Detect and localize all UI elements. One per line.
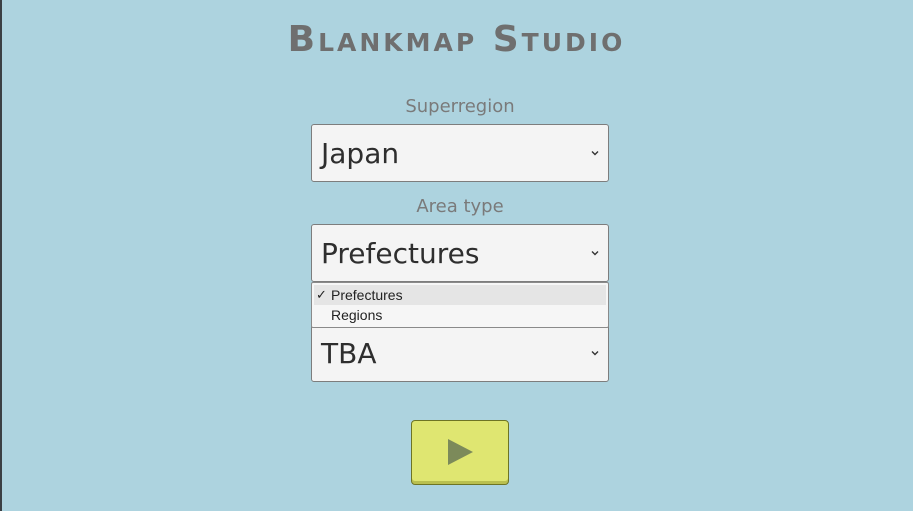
- superregion-dropdown[interactable]: Japan: [311, 124, 609, 182]
- play-icon: [448, 439, 473, 465]
- play-button[interactable]: [411, 420, 509, 485]
- chevron-down-icon: [591, 351, 599, 356]
- option-prefectures[interactable]: ✓ Prefectures: [314, 285, 606, 305]
- option-label: Regions: [331, 307, 383, 323]
- tba-value: TBA: [321, 337, 377, 370]
- window-left-border: [0, 0, 2, 511]
- area-type-dropdown[interactable]: Prefectures: [311, 224, 609, 282]
- superregion-label: Superregion: [405, 96, 515, 117]
- area-type-option-list: ✓ Prefectures Regions: [311, 282, 609, 328]
- checkmark-icon: ✓: [316, 287, 327, 302]
- app-title: Blankmap Studio: [287, 19, 626, 60]
- tba-dropdown[interactable]: TBA: [311, 324, 609, 382]
- chevron-down-icon: [591, 151, 599, 156]
- area-type-value: Prefectures: [321, 237, 480, 270]
- area-type-label: Area type: [416, 196, 504, 217]
- superregion-value: Japan: [321, 137, 400, 170]
- chevron-down-icon: [591, 251, 599, 256]
- option-label: Prefectures: [331, 287, 403, 303]
- option-regions[interactable]: Regions: [314, 305, 606, 325]
